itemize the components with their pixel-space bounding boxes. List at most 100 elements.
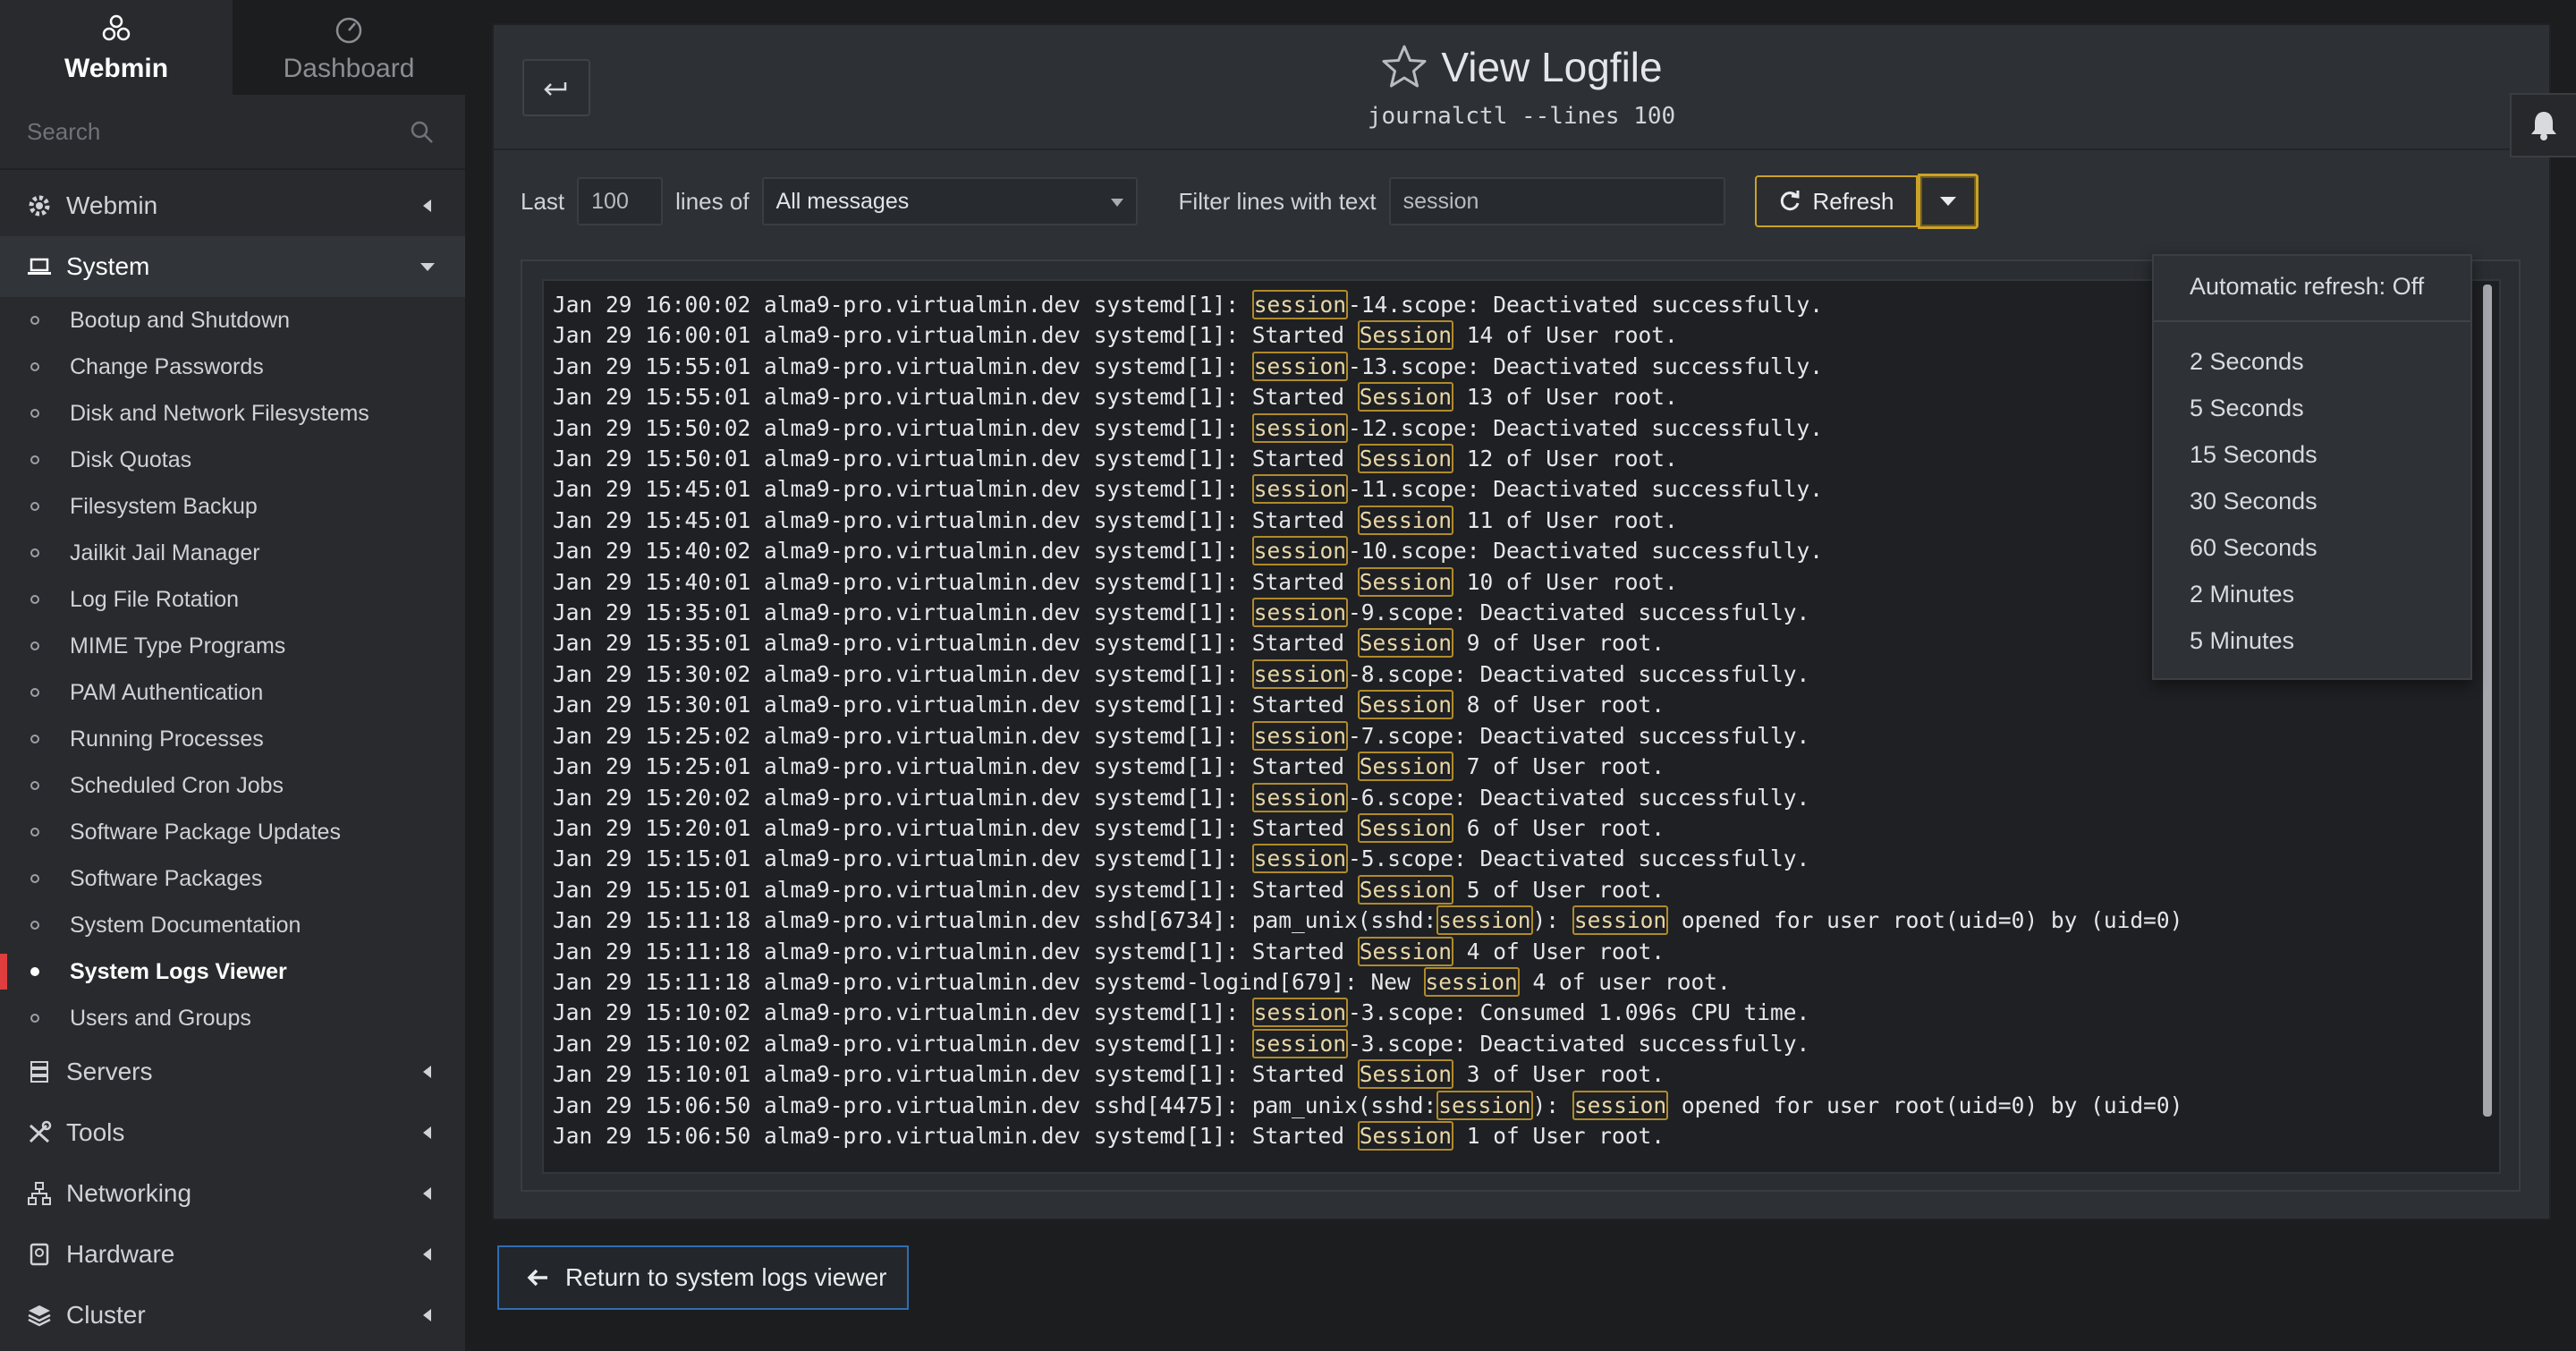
search-icon[interactable] <box>410 120 435 145</box>
search-highlight: session <box>1251 351 1349 381</box>
log-lines: Jan 29 16:00:02 alma9-pro.virtualmin.dev… <box>553 290 2182 1151</box>
refresh-option[interactable]: 5 Minutes <box>2154 617 2470 664</box>
bullet-icon <box>30 409 39 418</box>
sidebar-item-disk-quotas[interactable]: Disk Quotas <box>0 437 465 483</box>
notifications-button[interactable] <box>2510 93 2576 157</box>
refresh-dropdown-toggle[interactable] <box>1918 174 1979 229</box>
sidebar-item-label: System Logs Viewer <box>70 958 287 984</box>
sidebar-item-label: Disk Quotas <box>70 446 192 472</box>
search-highlight: Session <box>1357 936 1454 966</box>
caret-left-icon <box>423 200 431 212</box>
search-highlight: Session <box>1357 628 1454 659</box>
sidebar-item-mime-type-programs[interactable]: MIME Type Programs <box>0 623 465 669</box>
log-line: Jan 29 15:20:01 alma9-pro.virtualmin.dev… <box>553 812 1665 843</box>
refresh-option[interactable]: 2 Seconds <box>2154 338 2470 385</box>
refresh-icon <box>1781 191 1800 211</box>
lines-of-label: lines of <box>675 187 750 215</box>
log-line: Jan 29 15:15:01 alma9-pro.virtualmin.dev… <box>553 844 1810 874</box>
sidebar-item-label: Bootup and Shutdown <box>70 307 291 333</box>
tab-dashboard[interactable]: Dashboard <box>233 0 465 95</box>
log-line: Jan 29 15:35:01 alma9-pro.virtualmin.dev… <box>553 628 1665 659</box>
bullet-icon <box>30 921 39 930</box>
log-line: Jan 29 15:25:02 alma9-pro.virtualmin.dev… <box>553 720 1810 751</box>
sidebar-item-bootup-and-shutdown[interactable]: Bootup and Shutdown <box>0 297 465 344</box>
sidebar-category-system[interactable]: System <box>0 236 465 297</box>
return-to-logs-button[interactable]: Return to system logs viewer <box>497 1245 909 1310</box>
caret-left-icon <box>423 1066 431 1078</box>
filter-text-input[interactable]: session <box>1388 177 1725 225</box>
sidebar-item-jailkit-jail-manager[interactable]: Jailkit Jail Manager <box>0 530 465 576</box>
sidebar-item-log-file-rotation[interactable]: Log File Rotation <box>0 576 465 623</box>
caret-down-icon <box>1940 197 1956 206</box>
search-highlight: Session <box>1357 320 1454 351</box>
bullet-icon <box>30 595 39 604</box>
dashboard-gauge-icon <box>335 17 362 44</box>
bullet-icon <box>30 455 39 464</box>
search-highlight: session <box>1436 1090 1533 1120</box>
log-line: Jan 29 15:06:50 alma9-pro.virtualmin.dev… <box>553 1120 1665 1151</box>
lines-count-input[interactable]: 100 <box>577 177 664 225</box>
log-line: Jan 29 15:25:01 alma9-pro.virtualmin.dev… <box>553 752 1665 782</box>
bullet-icon <box>30 316 39 325</box>
system-submenu: Bootup and Shutdown Change Passwords Dis… <box>0 297 465 1041</box>
sidebar-category-tools[interactable]: Tools <box>0 1102 465 1163</box>
caret-left-icon <box>423 1309 431 1321</box>
search-highlight: session <box>1251 536 1349 566</box>
sidebar-item-users-and-groups[interactable]: Users and Groups <box>0 995 465 1041</box>
log-line: Jan 29 15:30:01 alma9-pro.virtualmin.dev… <box>553 690 1665 720</box>
refresh-button[interactable]: Refresh <box>1755 175 1918 227</box>
log-source-selected: All messages <box>775 188 910 214</box>
sidebar-category-hardware[interactable]: Hardware <box>0 1224 465 1285</box>
sidebar-category-cluster[interactable]: Cluster <box>0 1285 465 1346</box>
sidebar-item-software-package-updates[interactable]: Software Package Updates <box>0 809 465 855</box>
log-line: Jan 29 15:30:02 alma9-pro.virtualmin.dev… <box>553 659 1810 689</box>
hard-drive-icon <box>30 1243 49 1266</box>
panel-header: View Logfile journalctl --lines 100 <box>494 25 2549 150</box>
tab-webmin[interactable]: Webmin <box>0 0 233 95</box>
refresh-option[interactable]: 60 Seconds <box>2154 524 2470 571</box>
log-line: Jan 29 15:10:01 alma9-pro.virtualmin.dev… <box>553 1059 1665 1090</box>
server-icon <box>30 1061 48 1083</box>
caret-left-icon <box>423 1187 431 1200</box>
bullet-icon <box>30 735 39 743</box>
log-source-select[interactable]: All messages <box>761 177 1138 225</box>
sidebar-item-disk-and-network-filesystems[interactable]: Disk and Network Filesystems <box>0 390 465 437</box>
sidebar-item-system-logs-viewer[interactable]: System Logs Viewer <box>0 948 465 995</box>
refresh-option[interactable]: 5 Seconds <box>2154 385 2470 431</box>
auto-refresh-status[interactable]: Automatic refresh: Off <box>2154 256 2470 317</box>
sidebar-category-networking[interactable]: Networking <box>0 1163 465 1224</box>
sidebar-category-servers[interactable]: Servers <box>0 1041 465 1102</box>
search-highlight: Session <box>1357 1120 1454 1151</box>
log-line: Jan 29 15:35:01 alma9-pro.virtualmin.dev… <box>553 598 1810 628</box>
sidebar-item-change-passwords[interactable]: Change Passwords <box>0 344 465 390</box>
sidebar-item-pam-authentication[interactable]: PAM Authentication <box>0 669 465 716</box>
sidebar-item-running-processes[interactable]: Running Processes <box>0 716 465 762</box>
sidebar-item-label: Running Processes <box>70 726 264 752</box>
layers-icon <box>28 1305 51 1327</box>
search-highlight: session <box>1251 290 1349 319</box>
refresh-option[interactable]: 30 Seconds <box>2154 478 2470 524</box>
search-highlight: session <box>1251 782 1349 812</box>
log-line: Jan 29 15:11:18 alma9-pro.virtualmin.dev… <box>553 966 1731 997</box>
log-scrollbar[interactable] <box>2483 285 2492 1117</box>
sidebar-item-system-documentation[interactable]: System Documentation <box>0 902 465 948</box>
sidebar-item-filesystem-backup[interactable]: Filesystem Backup <box>0 483 465 530</box>
sidebar-item-scheduled-cron-jobs[interactable]: Scheduled Cron Jobs <box>0 762 465 809</box>
tools-icon <box>29 1120 52 1143</box>
return-label: Return to system logs viewer <box>565 1263 887 1291</box>
star-icon[interactable] <box>1380 43 1428 91</box>
auto-refresh-menu: Automatic refresh: Off 2 Seconds 5 Secon… <box>2152 254 2472 680</box>
search-highlight: Session <box>1357 874 1454 905</box>
search-highlight: session <box>1251 474 1349 505</box>
log-line: Jan 29 15:10:02 alma9-pro.virtualmin.dev… <box>553 998 1810 1028</box>
sidebar-item-software-packages[interactable]: Software Packages <box>0 855 465 902</box>
log-line: Jan 29 15:40:02 alma9-pro.virtualmin.dev… <box>553 536 1824 566</box>
log-line: Jan 29 15:20:02 alma9-pro.virtualmin.dev… <box>553 782 1810 812</box>
sidebar-item-label: PAM Authentication <box>70 679 264 705</box>
sidebar-item-label: Change Passwords <box>70 353 264 379</box>
refresh-option[interactable]: 2 Minutes <box>2154 571 2470 617</box>
search-input[interactable] <box>27 109 402 154</box>
refresh-option[interactable]: 15 Seconds <box>2154 431 2470 478</box>
select-caret-icon <box>1110 199 1123 207</box>
sidebar-category-webmin[interactable]: Webmin <box>0 175 465 236</box>
